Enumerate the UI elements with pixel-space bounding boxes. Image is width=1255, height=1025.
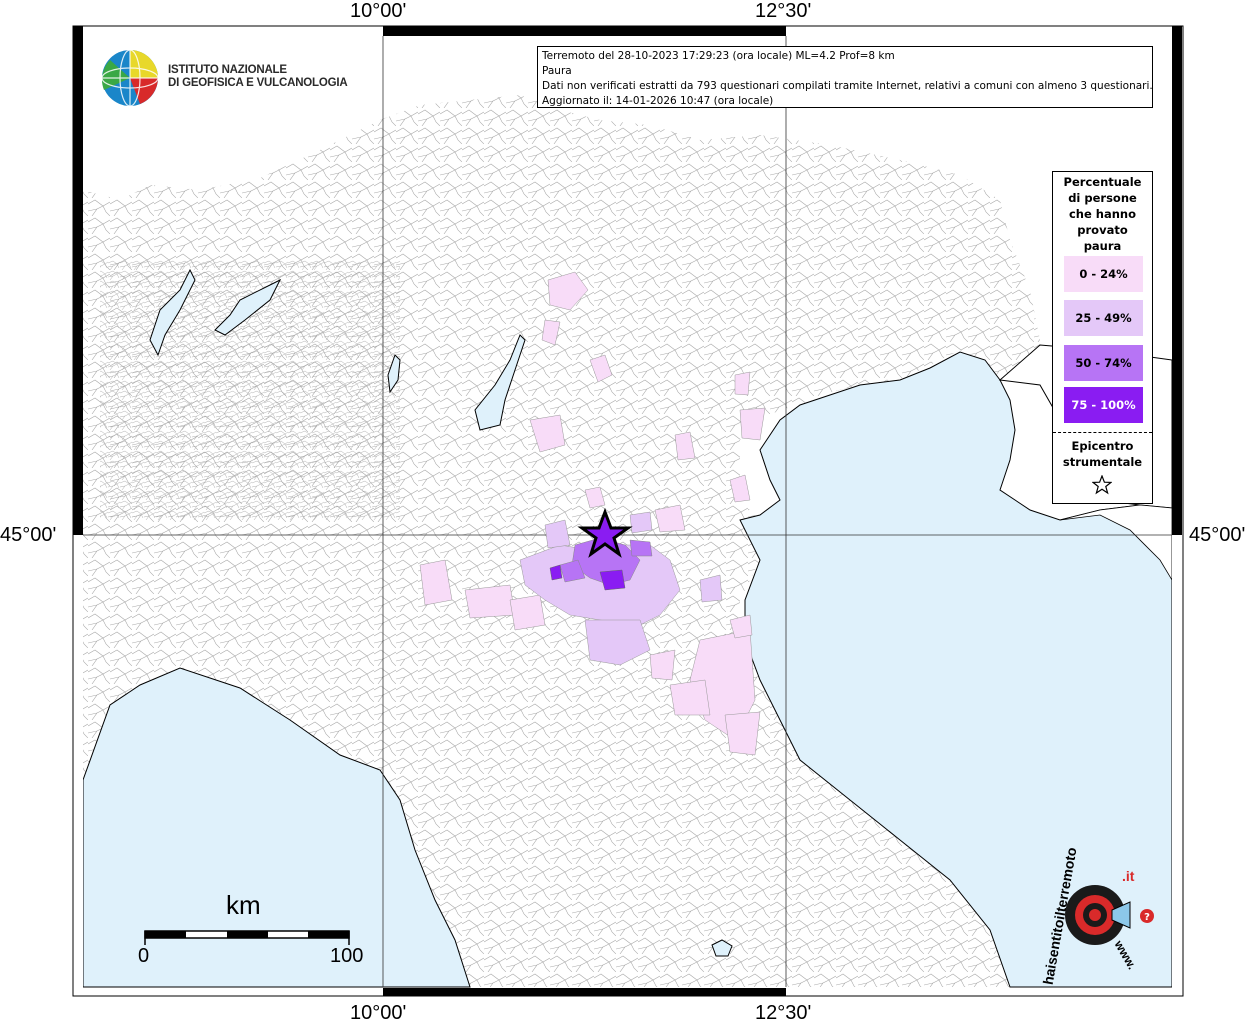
- legend-epicentre-line2: strumentale: [1062, 455, 1143, 469]
- lon-label-bottom-right: 12°30': [755, 1002, 812, 1024]
- scale-unit: km: [226, 890, 261, 920]
- legend-title-line: che hanno: [1068, 207, 1137, 221]
- legend-title-line: Percentuale: [1063, 175, 1142, 189]
- event-info-line1: Terremoto del 28-10-2023 17:29:23 (ora l…: [542, 50, 895, 62]
- event-info-line3: Dati non verificati estratti da 793 ques…: [542, 80, 1153, 92]
- legend-title: Percentuale di persone che hanno provato…: [1053, 172, 1152, 254]
- legend-item-25-49: 25 - 49%: [1064, 300, 1143, 336]
- legend-item-50-74: 50 - 74%: [1064, 345, 1143, 381]
- legend-item-0-24: 0 - 24%: [1064, 256, 1143, 292]
- legend-epicentre-label: Epicentro strumentale: [1053, 438, 1152, 470]
- lat-label-left: 45°00': [0, 524, 57, 546]
- scale-min: 0: [138, 945, 150, 967]
- event-info-box: Terremoto del 28-10-2023 17:29:23 (ora l…: [537, 46, 1153, 108]
- ingv-logo-line2: DI GEOFISICA E VULCANOLOGIA: [168, 77, 348, 89]
- event-info-line2: Paura: [542, 65, 572, 77]
- badge-text-domain: haisentitoilterremoto: [1039, 846, 1080, 986]
- legend-star-icon: [1092, 475, 1112, 495]
- lon-label-top-left: 10°00': [350, 0, 407, 22]
- legend-item-75-100: 75 - 100%: [1064, 387, 1143, 423]
- legend-epicentre-line1: Epicentro: [1071, 439, 1134, 453]
- event-info-line4: Aggiornato il: 14-01-2026 10:47 (ora loc…: [542, 95, 774, 107]
- scale-max: 100: [330, 945, 364, 967]
- legend: Percentuale di persone che hanno provato…: [1052, 171, 1153, 504]
- legend-separator: [1053, 432, 1152, 433]
- legend-title-line: di persone: [1068, 191, 1137, 205]
- legend-title-line: paura: [1083, 239, 1122, 253]
- badge-text-tld: .it: [1122, 868, 1135, 884]
- badge-text: haisentitoilterremoto .it www.: [1038, 846, 1158, 986]
- badge-text-www: www.: [1111, 938, 1140, 972]
- legend-title-line: provato: [1077, 223, 1128, 237]
- ingv-logo-globe: [101, 49, 159, 107]
- lat-label-right: 45°00': [1189, 524, 1246, 546]
- lon-label-top-right: 12°30': [755, 0, 812, 22]
- lon-label-bottom-left: 10°00': [350, 1002, 407, 1024]
- ingv-logo-line1: ISTITUTO NAZIONALE: [168, 64, 287, 76]
- ingv-logo-text: ISTITUTO NAZIONALE DI GEOFISICA E VULCAN…: [168, 64, 348, 90]
